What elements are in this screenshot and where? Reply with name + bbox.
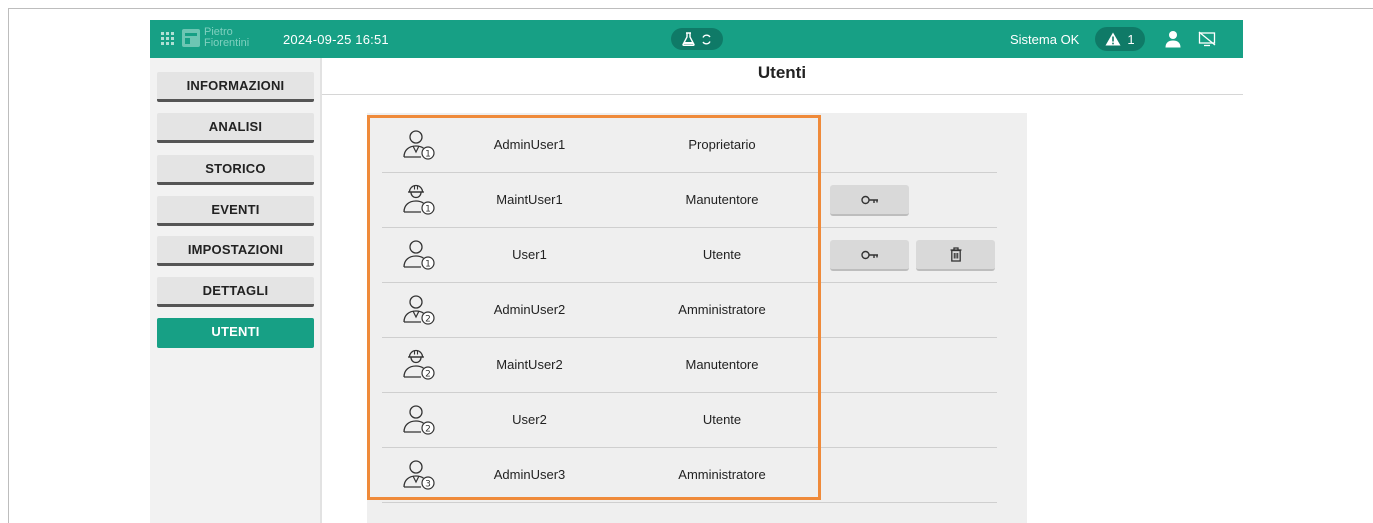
user-name: User1 bbox=[512, 247, 547, 262]
sidebar-item-eventi[interactable]: EVENTI bbox=[157, 196, 314, 226]
admin-user-2-icon: 2 bbox=[403, 295, 435, 325]
user-name: User2 bbox=[512, 412, 547, 427]
user-2-icon: 2 bbox=[403, 405, 435, 435]
trash-icon bbox=[950, 247, 961, 262]
user-1-icon: 1 bbox=[403, 240, 435, 270]
brand-line-2: Fiorentini bbox=[204, 37, 250, 49]
datetime: 2024-09-25 16:51 bbox=[283, 32, 389, 47]
user-icon[interactable] bbox=[1165, 30, 1181, 48]
table-row[interactable]: 2 MaintUser2 Manutentore bbox=[382, 338, 997, 393]
sidebar: INFORMAZIONI ANALISI STORICO EVENTI IMPO… bbox=[150, 58, 322, 523]
sidebar-item-utenti[interactable]: UTENTI bbox=[157, 318, 314, 348]
user-role: Utente bbox=[702, 247, 742, 262]
sidebar-item-dettagli[interactable]: DETTAGLI bbox=[157, 277, 314, 307]
title-divider bbox=[322, 94, 1243, 95]
user-role: Manutentore bbox=[685, 357, 759, 372]
change-password-button[interactable] bbox=[830, 240, 909, 271]
user-role: Manutentore bbox=[685, 192, 759, 207]
user-role: Proprietario bbox=[688, 137, 756, 152]
svg-text:2: 2 bbox=[425, 425, 431, 435]
refresh-icon bbox=[702, 33, 711, 45]
screen-off-icon[interactable] bbox=[1198, 31, 1216, 47]
admin-user-3-icon: 3 bbox=[403, 460, 435, 490]
svg-text:2: 2 bbox=[425, 370, 431, 380]
maintainer-user-2-icon: 2 bbox=[403, 349, 435, 380]
user-name: MaintUser2 bbox=[496, 357, 563, 372]
sidebar-item-analisi[interactable]: ANALISI bbox=[157, 113, 314, 143]
user-role: Amministratore bbox=[678, 302, 766, 317]
delete-user-button[interactable] bbox=[916, 240, 995, 271]
sidebar-item-storico[interactable]: STORICO bbox=[157, 155, 314, 185]
brand-name: Pietro Fiorentini bbox=[204, 27, 249, 49]
key-icon bbox=[860, 250, 878, 259]
user-name: AdminUser2 bbox=[493, 302, 566, 317]
key-icon bbox=[860, 195, 878, 204]
alarm-count: 1 bbox=[1127, 31, 1135, 47]
user-name: AdminUser3 bbox=[493, 467, 566, 482]
svg-text:1: 1 bbox=[425, 260, 431, 270]
system-status: Sistema OK bbox=[1010, 32, 1080, 47]
user-role: Amministratore bbox=[678, 467, 766, 482]
svg-text:1: 1 bbox=[425, 150, 431, 160]
table-row[interactable]: 1 User1 Utente bbox=[382, 228, 997, 283]
svg-text:2: 2 bbox=[425, 315, 431, 325]
svg-text:1: 1 bbox=[425, 205, 431, 215]
maintainer-user-1-icon: 1 bbox=[403, 184, 435, 215]
top-bar: Pietro Fiorentini 2024-09-25 16:51 Siste… bbox=[150, 20, 1243, 58]
svg-text:3: 3 bbox=[425, 480, 431, 490]
sidebar-item-informazioni[interactable]: INFORMAZIONI bbox=[157, 72, 314, 102]
company-logo-icon bbox=[182, 29, 200, 47]
table-row[interactable]: 2 User2 Utente bbox=[382, 393, 997, 448]
table-row[interactable]: 2 AdminUser2 Amministratore bbox=[382, 283, 997, 338]
admin-user-1-icon: 1 bbox=[403, 130, 435, 160]
table-row[interactable]: 3 AdminUser3 Amministratore bbox=[382, 448, 997, 503]
change-password-button[interactable] bbox=[830, 185, 909, 216]
user-name: AdminUser1 bbox=[493, 137, 566, 152]
user-name: MaintUser1 bbox=[496, 192, 563, 207]
sidebar-item-impostazioni[interactable]: IMPOSTAZIONI bbox=[157, 236, 314, 266]
page-title: Utenti bbox=[757, 63, 807, 82]
alarm-button[interactable]: 1 bbox=[1095, 27, 1145, 51]
warning-icon bbox=[1105, 32, 1121, 46]
flask-icon bbox=[682, 32, 695, 46]
user-role: Utente bbox=[702, 412, 742, 427]
table-row[interactable]: 1 MaintUser1 Manutentore bbox=[382, 173, 997, 228]
test-mode-pill[interactable] bbox=[671, 28, 723, 50]
apps-grid-icon[interactable] bbox=[161, 32, 175, 46]
table-row[interactable]: 1 AdminUser1 Proprietario bbox=[382, 118, 997, 173]
